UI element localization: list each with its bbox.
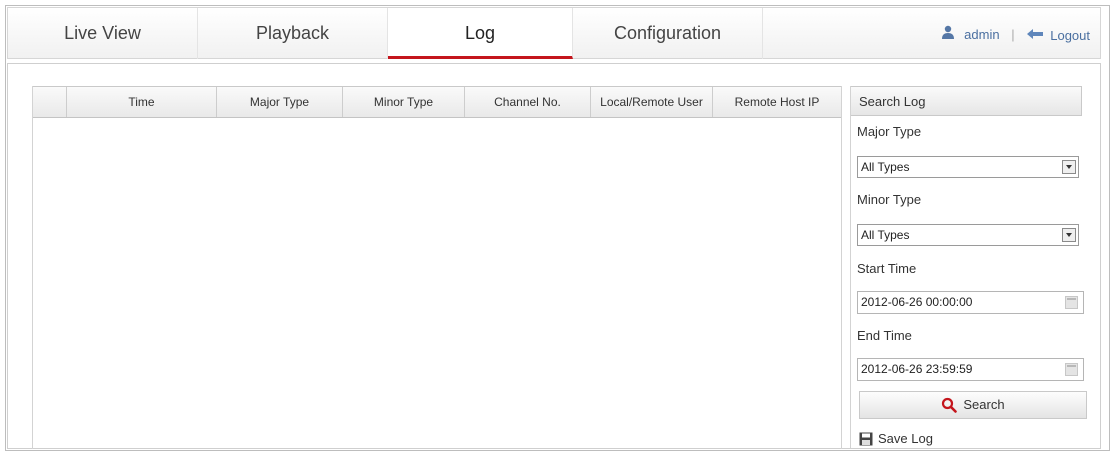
username: admin	[964, 27, 1000, 43]
search-button-label: Search	[963, 397, 1005, 412]
search-log-panel: Search Log Major Type All Types Minor Ty…	[850, 86, 1087, 448]
log-table: Time Major Type Minor Type Channel No. L…	[32, 86, 842, 449]
end-time-input[interactable]: 2012-06-26 23:59:59	[857, 358, 1084, 381]
logout-link[interactable]: Logout	[1026, 27, 1090, 43]
tab-playback[interactable]: Playback	[198, 8, 388, 59]
col-remote-ip-header[interactable]: Remote Host IP	[713, 87, 841, 117]
chevron-down-icon[interactable]	[1062, 160, 1076, 174]
start-time-value: 2012-06-26 00:00:00	[861, 295, 973, 309]
logout-icon	[1027, 28, 1044, 39]
save-log-button[interactable]: Save Log	[859, 431, 933, 447]
end-time-label: End Time	[857, 328, 912, 343]
minor-type-select[interactable]: All Types	[857, 224, 1079, 246]
table-body	[33, 118, 841, 448]
chevron-down-icon[interactable]	[1062, 228, 1076, 242]
save-log-label: Save Log	[878, 431, 933, 446]
col-user-header[interactable]: Local/Remote User	[591, 87, 713, 117]
user-box: admin | Logout	[941, 8, 1090, 59]
col-select-header	[33, 87, 67, 117]
end-time-value: 2012-06-26 23:59:59	[861, 362, 973, 376]
col-major-type-header[interactable]: Major Type	[217, 87, 343, 117]
minor-type-label: Minor Type	[857, 192, 922, 207]
major-type-select[interactable]: All Types	[857, 156, 1079, 178]
major-type-label: Major Type	[857, 124, 922, 139]
calendar-icon[interactable]	[1065, 296, 1078, 309]
table-header: Time Major Type Minor Type Channel No. L…	[33, 86, 841, 118]
search-log-title: Search Log	[851, 86, 1082, 116]
col-channel-no-header[interactable]: Channel No.	[465, 87, 591, 117]
top-nav: Live View Playback Log Configuration adm…	[7, 7, 1101, 59]
minor-type-value: All Types	[861, 228, 910, 242]
col-time-header[interactable]: Time	[67, 87, 217, 117]
search-button[interactable]: Search	[859, 391, 1087, 419]
user-icon	[941, 25, 954, 39]
tab-live-view[interactable]: Live View	[8, 8, 198, 59]
logout-label[interactable]: Logout	[1050, 28, 1090, 43]
search-icon	[942, 397, 958, 413]
tab-log[interactable]: Log	[388, 8, 573, 59]
main-content: Time Major Type Minor Type Channel No. L…	[7, 63, 1101, 449]
calendar-icon[interactable]	[1065, 363, 1078, 376]
start-time-input[interactable]: 2012-06-26 00:00:00	[857, 291, 1084, 314]
tab-configuration[interactable]: Configuration	[573, 8, 763, 59]
floppy-disk-icon	[859, 432, 873, 446]
start-time-label: Start Time	[857, 261, 917, 276]
separator: |	[1011, 27, 1015, 43]
col-minor-type-header[interactable]: Minor Type	[343, 87, 465, 117]
major-type-value: All Types	[861, 160, 910, 174]
